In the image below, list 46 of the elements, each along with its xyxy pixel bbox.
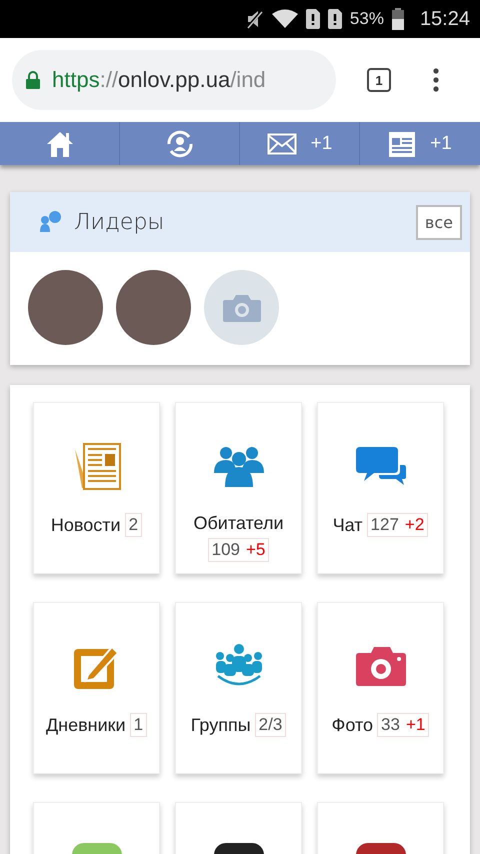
count-badge: 2/3 [254, 713, 286, 737]
count-badge: 2 [124, 513, 142, 537]
tile-label: Обитатели [193, 513, 284, 534]
tile-label: Фото [332, 714, 374, 736]
tile-label: Дневники [46, 714, 126, 736]
clock-time: 15:24 [420, 8, 470, 30]
newspaper-icon [388, 130, 416, 158]
menu-tile[interactable]: Обитатели 109 +5 [175, 402, 302, 574]
nav-tab[interactable]: +1 [240, 122, 360, 165]
sim-alert-icon [328, 9, 342, 29]
tile-label: Чат [332, 514, 363, 536]
camera-icon [356, 645, 406, 687]
chat-person-icon [38, 211, 62, 233]
menu-icon[interactable] [433, 68, 439, 92]
tile-label: Новости [50, 514, 121, 536]
home-icon [44, 130, 74, 158]
mute-icon [246, 9, 264, 29]
people-group-icon [214, 445, 264, 487]
url-bar[interactable]: https://onlov.pp.ua/ind [12, 50, 336, 110]
menu-tile[interactable]: Чат 127 +2 [317, 402, 444, 574]
url-text: https://onlov.pp.ua/ind [52, 67, 266, 93]
camera-icon [222, 294, 260, 322]
count-badge: 127 +2 [366, 513, 428, 537]
count-badge: 1 [130, 713, 148, 737]
menu-tile[interactable]: Новости 2 [33, 402, 160, 574]
user-sync-icon [164, 128, 194, 158]
chat-bubbles-icon [356, 445, 406, 487]
menu-tile[interactable]: Группы 2/3 [175, 602, 302, 774]
group-circle-icon [214, 644, 264, 688]
card-title: Лидеры [74, 210, 166, 234]
tile-label: Группы [190, 714, 251, 736]
envelope-icon [266, 132, 297, 154]
menu-tile[interactable]: Дневники 1 [33, 602, 160, 774]
nav-tab[interactable]: +1 [360, 122, 480, 165]
wifi-icon [272, 9, 298, 29]
battery-icon [392, 8, 404, 30]
count-badge: 109 +5 [208, 538, 270, 562]
menu-tile[interactable]: Фото 33 +1 [317, 602, 444, 774]
count-badge: 33 +1 [377, 713, 430, 737]
view-all-button[interactable]: все [416, 204, 462, 240]
sim-alert-icon [306, 9, 320, 29]
nav-count-label: +1 [430, 132, 452, 154]
nav-count-label: +1 [310, 132, 332, 154]
lock-icon [26, 71, 40, 89]
battery-percent: 53% [350, 9, 384, 29]
tab-count-button[interactable]: 1 [367, 68, 391, 92]
